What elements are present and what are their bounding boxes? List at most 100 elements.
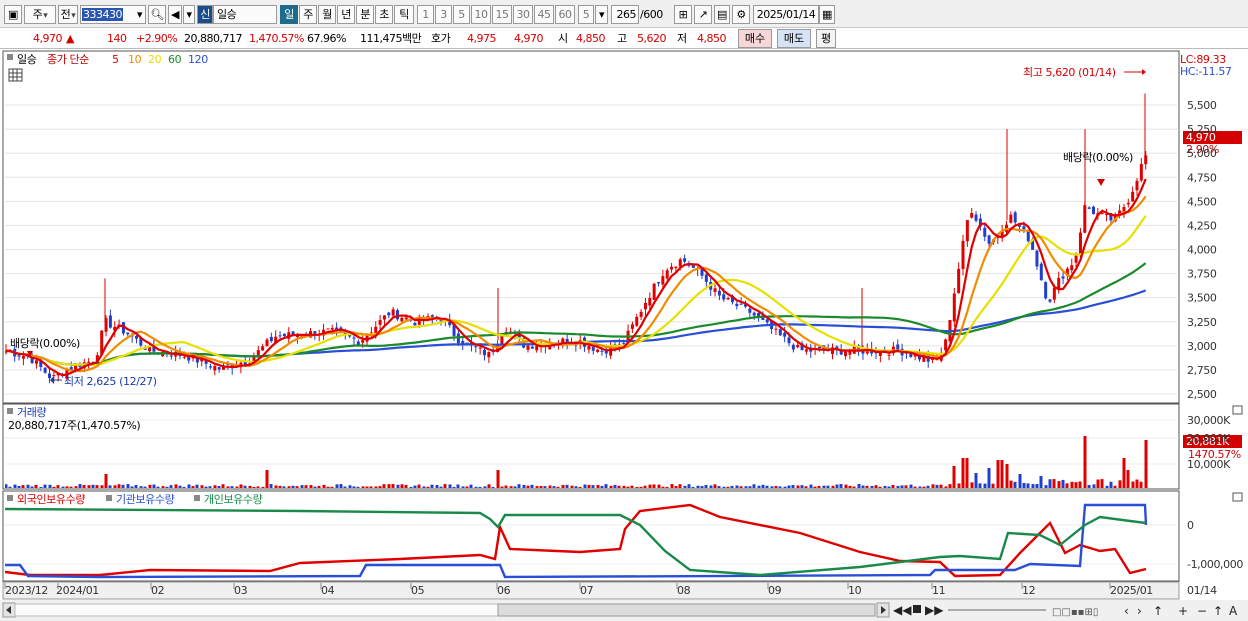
auto-icon[interactable]: A	[1229, 604, 1238, 618]
chart-type-icon[interactable]: ⊞	[674, 5, 692, 24]
prefix-select[interactable]: 전	[58, 5, 78, 24]
volume-bar	[108, 485, 112, 488]
volume-bar	[1092, 484, 1096, 488]
fast-forward-icon[interactable]: ▶▶	[925, 603, 944, 617]
volume-bar	[1005, 464, 1009, 488]
candle-body	[1087, 207, 1091, 209]
volume-bar	[69, 486, 73, 488]
indiv-menu-icon[interactable]	[194, 495, 200, 501]
inst-menu-icon[interactable]	[106, 495, 112, 501]
candle-body	[1044, 282, 1048, 299]
volume-bar	[1118, 480, 1122, 488]
draw-tool-icon[interactable]: ↗	[694, 5, 712, 24]
x-axis-label: 2025/01	[1110, 584, 1153, 597]
volume-menu-icon[interactable]	[7, 408, 13, 414]
table-icon[interactable]	[8, 68, 23, 82]
price-tick-label: 5,000	[1187, 147, 1217, 160]
buy-button[interactable]: 매수	[738, 29, 772, 48]
candle-body	[1039, 263, 1043, 281]
holding-menu-icon[interactable]	[7, 495, 13, 501]
volume-bar	[204, 486, 208, 488]
stop-icon[interactable]	[913, 605, 921, 613]
volume-bar	[1031, 484, 1035, 488]
period-tick[interactable]: 틱	[394, 5, 414, 24]
layout-icon[interactable]: ▣	[4, 5, 22, 24]
volume-bar	[770, 486, 774, 488]
candle-body	[217, 367, 221, 370]
rewind-icon[interactable]: ◀◀	[893, 603, 912, 617]
volume-bar	[461, 486, 465, 488]
minute-15[interactable]: 15	[492, 5, 512, 24]
search-icon[interactable]: 🔍︎	[148, 5, 166, 24]
speaker-dropdown-icon[interactable]: ▾	[183, 5, 195, 24]
candle-body	[213, 366, 217, 371]
candle-body	[17, 355, 21, 357]
reset-icon[interactable]: ↑	[1153, 604, 1163, 618]
eval-button[interactable]: 평	[816, 29, 836, 48]
interval-input[interactable]: 5	[578, 5, 594, 24]
volume-bar	[1065, 483, 1069, 488]
interval-dropdown-icon[interactable]: ▾	[595, 5, 608, 24]
volume-bar	[761, 484, 765, 488]
market-select[interactable]: 주	[24, 5, 56, 24]
x-axis-label: 10	[848, 584, 862, 597]
period-week[interactable]: 주	[299, 5, 317, 24]
volume-close-icon[interactable]	[1232, 405, 1243, 415]
chart-area[interactable]: 일승 종가 단순 5 10 20 60 120 LC:89.33 HC:-11.…	[0, 49, 1248, 621]
volume-bar	[61, 486, 65, 488]
volume-bar	[65, 486, 69, 488]
calendar-icon[interactable]: ▦	[819, 5, 835, 24]
minute-60[interactable]: 60	[555, 5, 575, 24]
sell-button[interactable]: 매도	[777, 29, 811, 48]
gear-icon[interactable]: ⚙	[732, 5, 750, 24]
period-day[interactable]: 일	[280, 5, 298, 24]
candle-body	[487, 352, 491, 358]
volume-bar	[230, 486, 234, 488]
volume-bar	[178, 485, 182, 488]
volume-bar	[396, 484, 400, 488]
volume-bar	[874, 485, 878, 488]
scroll-thumb[interactable]	[497, 603, 876, 617]
holding-close-icon[interactable]	[1232, 492, 1243, 502]
scroll-left-small-icon[interactable]: ‹	[1124, 604, 1129, 618]
candle-body	[374, 326, 378, 334]
stock-name: 일승	[213, 5, 277, 24]
candle-body	[126, 332, 130, 335]
volume-bar	[487, 484, 491, 488]
candle-body	[739, 303, 743, 305]
x-axis-label: 2024/01	[56, 584, 99, 597]
minute-45[interactable]: 45	[534, 5, 554, 24]
date-input[interactable]: 2025/01/14	[753, 5, 819, 24]
x-axis-label: 04	[321, 584, 335, 597]
candle-body	[1052, 287, 1056, 300]
volume-bar	[1096, 479, 1100, 488]
volume-bar	[287, 486, 291, 488]
volume-panel-title: 거래량	[17, 406, 46, 419]
candle-body	[600, 350, 604, 352]
save-icon[interactable]: ▤	[714, 5, 730, 24]
minute-30[interactable]: 30	[513, 5, 533, 24]
minute-3[interactable]: 3	[435, 5, 452, 24]
minute-10[interactable]: 10	[471, 5, 491, 24]
volume-bar	[52, 486, 56, 488]
minute-5[interactable]: 5	[453, 5, 470, 24]
volume-bar	[744, 486, 748, 488]
period-year[interactable]: 년	[337, 5, 355, 24]
zoom-out-icon[interactable]: −	[1197, 604, 1207, 618]
minute-1[interactable]: 1	[417, 5, 434, 24]
candle-body	[735, 303, 739, 307]
panel-menu-icon[interactable]	[7, 54, 13, 60]
scroll-right-small-icon[interactable]: ›	[1137, 604, 1142, 618]
period-month[interactable]: 월	[318, 5, 336, 24]
candle-body	[535, 346, 539, 351]
zoom-in-icon[interactable]: +	[1178, 604, 1188, 618]
speaker-icon[interactable]: ◀	[168, 5, 182, 24]
move-up-icon[interactable]: ↑	[1213, 604, 1223, 618]
period-minute[interactable]: 분	[356, 5, 374, 24]
count-input[interactable]: 265	[611, 5, 639, 24]
volume-bar	[330, 486, 334, 488]
candle-body	[987, 235, 991, 244]
code-dropdown-icon[interactable]: ▾	[134, 5, 146, 24]
period-second[interactable]: 초	[375, 5, 393, 24]
volume-bar	[8, 486, 12, 488]
